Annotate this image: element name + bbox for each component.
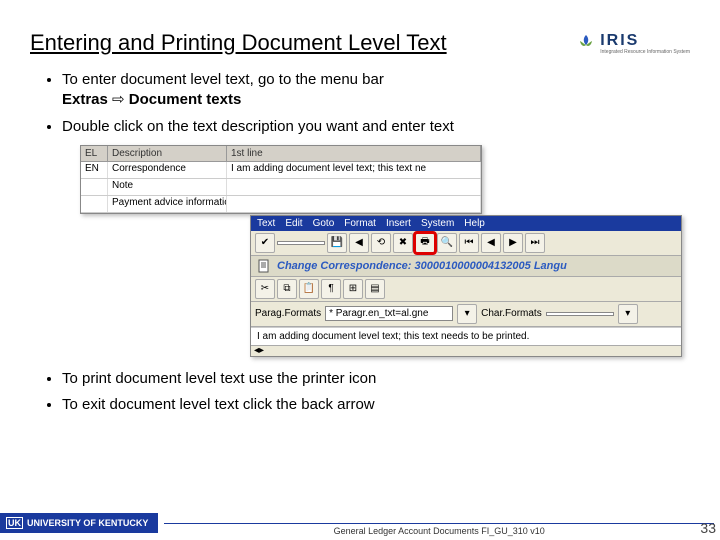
formats-icon[interactable]: ¶: [321, 279, 341, 299]
page-title: Entering and Printing Document Level Tex…: [30, 30, 447, 56]
editor-body[interactable]: I am adding document level text; this te…: [251, 327, 681, 345]
command-field[interactable]: [277, 241, 325, 245]
bullet-list-bottom: To print document level text use the pri…: [30, 369, 690, 416]
exit-icon[interactable]: ⟲: [371, 233, 391, 253]
menu-item[interactable]: Edit: [285, 218, 302, 229]
bullet-item: Double click on the text description you…: [62, 117, 690, 137]
cut-icon[interactable]: ✂: [255, 279, 275, 299]
save-icon[interactable]: 💾: [327, 233, 347, 253]
prev-page-icon[interactable]: ◀: [481, 233, 501, 253]
back-icon[interactable]: ◀: [349, 233, 369, 253]
logo-subtitle: Integrated Resource Information System: [600, 50, 690, 55]
document-icon: [257, 259, 271, 273]
menu-item[interactable]: Format: [344, 218, 376, 229]
check-icon[interactable]: ✔: [255, 233, 275, 253]
arrow-right-icon: ⇨: [112, 91, 125, 108]
first-page-icon[interactable]: ⏮: [459, 233, 479, 253]
menu-item[interactable]: Goto: [313, 218, 335, 229]
menu-item[interactable]: Help: [464, 218, 485, 229]
paste-icon[interactable]: 📋: [299, 279, 319, 299]
table-row[interactable]: EN Correspondence I am adding document l…: [81, 162, 481, 179]
page-icon[interactable]: ▤: [365, 279, 385, 299]
menubar: Text Edit Goto Format Insert System Help: [251, 216, 681, 231]
grid-header: EL Description 1st line: [81, 146, 481, 162]
editor-window: Text Edit Goto Format Insert System Help…: [250, 215, 682, 357]
text-grid-window: EL Description 1st line EN Correspondenc…: [80, 145, 482, 214]
logo-text: IRIS: [600, 32, 690, 50]
bullet-item: To print document level text use the pri…: [62, 369, 690, 389]
parag-format-label: Parag.Formats: [255, 308, 321, 319]
print-icon[interactable]: 🖶: [415, 233, 435, 253]
next-page-icon[interactable]: ▶: [503, 233, 523, 253]
table-row[interactable]: Payment advice information: [81, 196, 481, 213]
bullet-list-top: To enter document level text, go to the …: [30, 70, 690, 137]
document-title-bar: Change Correspondence: 30000100000041320…: [251, 256, 681, 277]
bullet-item: To exit document level text click the ba…: [62, 395, 690, 415]
format-bar: Parag.Formats * Paragr.en_txt=al.gne ▾ C…: [251, 302, 681, 327]
iris-flower-icon: [576, 33, 596, 53]
parag-format-field[interactable]: * Paragr.en_txt=al.gne: [325, 306, 453, 321]
table-row[interactable]: Note: [81, 179, 481, 196]
footer-doc-ref: General Ledger Account Documents FI_GU_3…: [334, 526, 545, 536]
find-icon[interactable]: 🔍: [437, 233, 457, 253]
slide-footer: UK UNIVERSITY OF KENTUCKY General Ledger…: [0, 506, 720, 540]
dropdown-icon[interactable]: ▾: [618, 304, 638, 324]
menu-item[interactable]: Insert: [386, 218, 411, 229]
dropdown-icon[interactable]: ▾: [457, 304, 477, 324]
main-toolbar: ✔ 💾 ◀ ⟲ ✖ 🖶 🔍 ⏮ ◀ ▶ ⏭: [251, 231, 681, 256]
scroll-left-icon[interactable]: ◂▸: [254, 345, 264, 356]
iris-logo: IRIS Integrated Resource Information Sys…: [576, 32, 690, 55]
char-format-label: Char.Formats: [481, 308, 542, 319]
menu-item[interactable]: Text: [257, 218, 275, 229]
insert-icon[interactable]: ⊞: [343, 279, 363, 299]
char-format-field[interactable]: [546, 312, 614, 316]
bullet-item: To enter document level text, go to the …: [62, 70, 690, 111]
sub-toolbar: ✂ ⧉ 📋 ¶ ⊞ ▤: [251, 277, 681, 302]
cancel-icon[interactable]: ✖: [393, 233, 413, 253]
university-badge: UK UNIVERSITY OF KENTUCKY: [0, 513, 158, 533]
menu-item[interactable]: System: [421, 218, 454, 229]
copy-icon[interactable]: ⧉: [277, 279, 297, 299]
page-number: 33: [700, 520, 716, 536]
last-page-icon[interactable]: ⏭: [525, 233, 545, 253]
